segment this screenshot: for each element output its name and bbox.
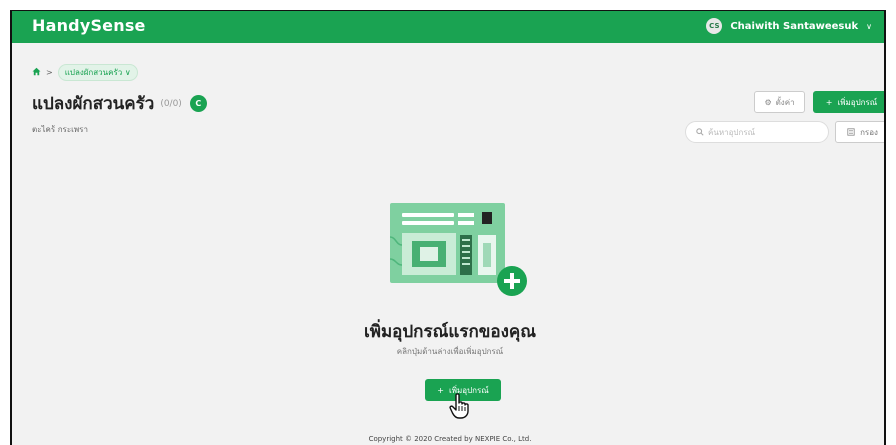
- chevron-down-icon: ∨: [124, 68, 131, 77]
- status-badge[interactable]: C: [189, 95, 207, 112]
- page-subtitle: ตะไคร้ กระเพรา: [32, 125, 88, 134]
- settings-button[interactable]: ⚙ ตั้งค่า: [754, 91, 805, 113]
- breadcrumb: > แปลงผักสวนครัว ∨: [32, 64, 138, 81]
- user-menu[interactable]: CS Chaiwith Santaweesuk ∨: [706, 18, 872, 34]
- search-placeholder: ค้นหาอุปกรณ์: [708, 127, 756, 137]
- search-icon: [696, 128, 704, 136]
- app-window: HandySense CS Chaiwith Santaweesuk ∨ > แ…: [10, 10, 886, 445]
- device-count: (0/0): [160, 98, 182, 109]
- page-title: แปลงผักสวนครัว: [32, 94, 155, 114]
- filter-button[interactable]: กรอง: [835, 121, 884, 143]
- plus-icon: +: [825, 97, 833, 107]
- add-device-button[interactable]: + เพิ่มอุปกรณ์: [813, 91, 884, 113]
- avatar: CS: [706, 18, 723, 34]
- empty-state-subtitle: คลิกปุ่มด้านล่างเพื่อเพิ่มอุปกรณ์: [396, 347, 504, 356]
- gear-icon: ⚙: [764, 97, 772, 107]
- home-icon[interactable]: [32, 67, 41, 79]
- page-header: แปลงผักสวนครัว (0/0) C: [32, 90, 207, 117]
- filter-icon: [847, 128, 855, 136]
- hand-cursor-icon: [449, 393, 469, 419]
- user-name: Chaiwith Santaweesuk: [730, 20, 859, 32]
- chevron-down-icon: ∨: [866, 21, 872, 31]
- plus-icon: +: [437, 385, 444, 395]
- footer-copyright: Copyright © 2020 Created by NEXPIE Co., …: [368, 435, 532, 443]
- top-navbar: HandySense CS Chaiwith Santaweesuk ∨: [12, 10, 884, 43]
- search-input[interactable]: ค้นหาอุปกรณ์: [685, 121, 829, 143]
- empty-state-title: เพิ่มอุปกรณ์แรกของคุณ: [363, 322, 537, 342]
- device-board-illustration: [390, 203, 527, 296]
- brand-logo[interactable]: HandySense: [32, 16, 146, 35]
- breadcrumb-current[interactable]: แปลงผักสวนครัว ∨: [57, 64, 138, 81]
- breadcrumb-separator: >: [46, 68, 53, 77]
